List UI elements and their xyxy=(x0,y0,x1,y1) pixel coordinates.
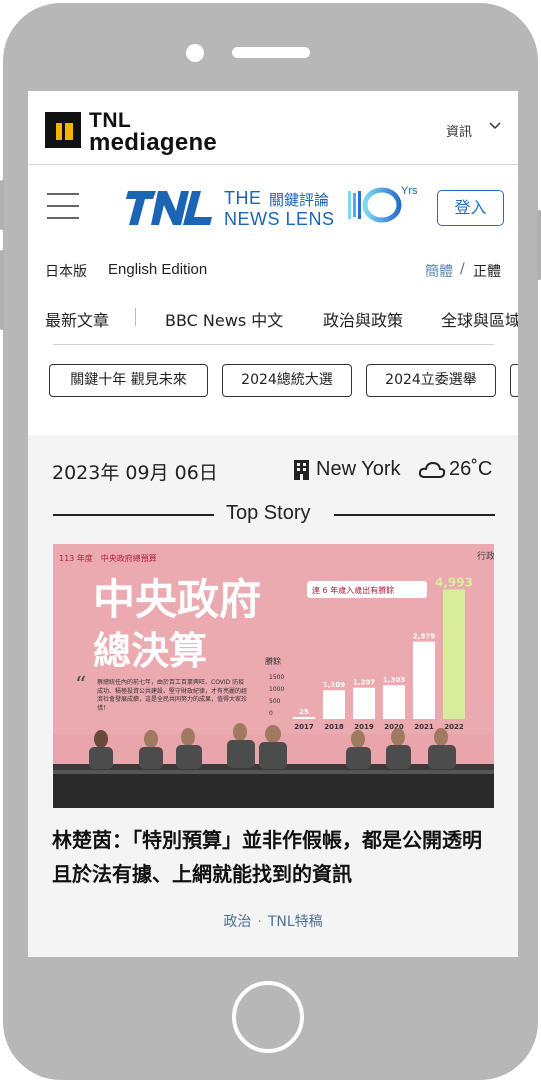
chart-value-label: 2,979 xyxy=(413,633,435,641)
chart-category-label: 2018 xyxy=(324,723,344,731)
nav-bbc[interactable]: BBC News 中文 xyxy=(165,307,283,331)
tag-source[interactable]: TNL特稿 xyxy=(268,914,323,930)
chart-category-label: 2021 xyxy=(414,723,434,731)
chart-value-label: 1,109 xyxy=(323,681,345,689)
hamburger-menu-icon[interactable] xyxy=(47,193,79,219)
chart-category-label: 2019 xyxy=(354,723,374,731)
chart-bar-2018 xyxy=(323,690,345,719)
photo-quote: 蔡總統任內的前七年，由於百工百業興旺、COVID 防疫成功、積極投資公共建設、堅… xyxy=(97,679,248,712)
chart-y-tick: 1500 xyxy=(269,674,284,681)
chart-y-tick: 500 xyxy=(269,698,281,705)
lang-simplified-link[interactable]: 簡體 xyxy=(425,261,453,281)
building-icon xyxy=(293,460,310,484)
city-name: New York xyxy=(316,458,401,480)
top-story-rule-left xyxy=(53,514,214,516)
chart-y-tick: 0 xyxy=(269,710,273,717)
top-story-rule-right xyxy=(334,514,495,516)
chart-value-label: 1,303 xyxy=(383,676,405,684)
photo-quote-mark: “ xyxy=(75,673,86,698)
chart-bar-2021 xyxy=(413,641,435,719)
tnl-title-chinese: 關鍵評論 xyxy=(269,191,330,209)
chart-category-label: 2022 xyxy=(444,723,464,731)
chip-president-election[interactable]: 2024總統大選 xyxy=(222,364,352,397)
side-button-left-2 xyxy=(0,250,4,330)
top-story-headline[interactable]: 林楚茵：「特別預算」並非作假帳，都是公開透明且於法有據、上網就能找到的資訊 xyxy=(52,823,496,891)
temperature: 26˚C xyxy=(449,458,493,480)
tnl-logo-icon[interactable] xyxy=(126,189,214,231)
ten-years-logo: Yrs xyxy=(342,185,424,233)
chart-bar-2017 xyxy=(293,717,315,719)
speaker-grille xyxy=(232,47,310,58)
photo-big-line1: 中央政府 xyxy=(93,575,261,624)
login-button[interactable]: 登入 xyxy=(437,190,504,226)
chart-category-label: 2017 xyxy=(294,723,314,731)
story-tags: 政治 · TNL特稿 xyxy=(28,911,518,931)
mediagene-logo-icon[interactable] xyxy=(45,112,81,148)
tag-separator: · xyxy=(257,914,262,930)
chart-bar-2020 xyxy=(383,685,405,719)
photo-badge: 連 6 年歲入歲出有賸餘 xyxy=(312,585,394,595)
chart-value-label: 25 xyxy=(299,708,309,716)
chart-y-tick: 1000 xyxy=(269,686,284,693)
cloud-icon xyxy=(418,461,446,483)
lang-separator: / xyxy=(460,261,465,277)
side-button-right xyxy=(537,210,541,280)
photo-axis-label: 賸餘 xyxy=(265,656,281,666)
tag-category[interactable]: 政治 xyxy=(223,914,251,930)
photo-big-line2: 總決算 xyxy=(93,629,207,673)
chart-bar-2019 xyxy=(353,687,375,719)
top-story-image[interactable]: 113 年度 中央政府總預算 行政 中央政府 總決算 連 6 年歲入歲出有賸餘 … xyxy=(53,544,494,808)
photo-small-title: 113 年度 中央政府總預算 xyxy=(59,553,157,563)
tnl-title-the: THE xyxy=(224,188,262,208)
nav-latest[interactable]: 最新文章 xyxy=(45,307,109,331)
nav-politics[interactable]: 政治與政策 xyxy=(323,307,403,331)
tnl-title-newslens: NEWS LENS xyxy=(224,209,335,229)
mediagene-bar: TNL mediagene 資訊 xyxy=(28,91,518,165)
chart-value-label: 1,207 xyxy=(353,679,375,687)
chart-value-label: 4,993 xyxy=(435,575,473,589)
chart-bar-2022 xyxy=(443,589,465,719)
edition-japan-link[interactable]: 日本版 xyxy=(45,261,87,281)
lang-traditional-link[interactable]: 正體 xyxy=(473,261,501,281)
photo-corner-text: 行政 xyxy=(477,550,494,562)
chip-more[interactable] xyxy=(510,364,518,397)
nav-global[interactable]: 全球與區域 xyxy=(441,307,518,331)
side-button-left xyxy=(0,180,4,230)
chip-decade[interactable]: 關鍵十年 觀見未來 xyxy=(49,364,208,397)
edition-english-link[interactable]: English Edition xyxy=(108,261,207,278)
info-select[interactable]: 資訊 xyxy=(446,121,472,140)
current-date: 2023年 09月 06日 xyxy=(52,462,218,484)
browser-screen: TNL mediagene 資訊 THE 關鍵評論 NEWS LENS Yrs … xyxy=(28,91,518,957)
top-story-label: Top Story xyxy=(226,502,311,524)
photo-svg: 113 年度 中央政府總預算 行政 中央政府 總決算 連 6 年歲入歲出有賸餘 … xyxy=(53,544,494,808)
chip-legislator-election[interactable]: 2024立委選舉 xyxy=(366,364,496,397)
home-button[interactable] xyxy=(232,981,304,1053)
nav-divider xyxy=(135,308,136,326)
brand-line2[interactable]: mediagene xyxy=(89,129,217,157)
anniversary-yrs: Yrs xyxy=(401,185,418,197)
nav-underline xyxy=(53,344,494,345)
front-camera xyxy=(186,44,204,62)
chevron-down-icon[interactable] xyxy=(488,119,502,137)
